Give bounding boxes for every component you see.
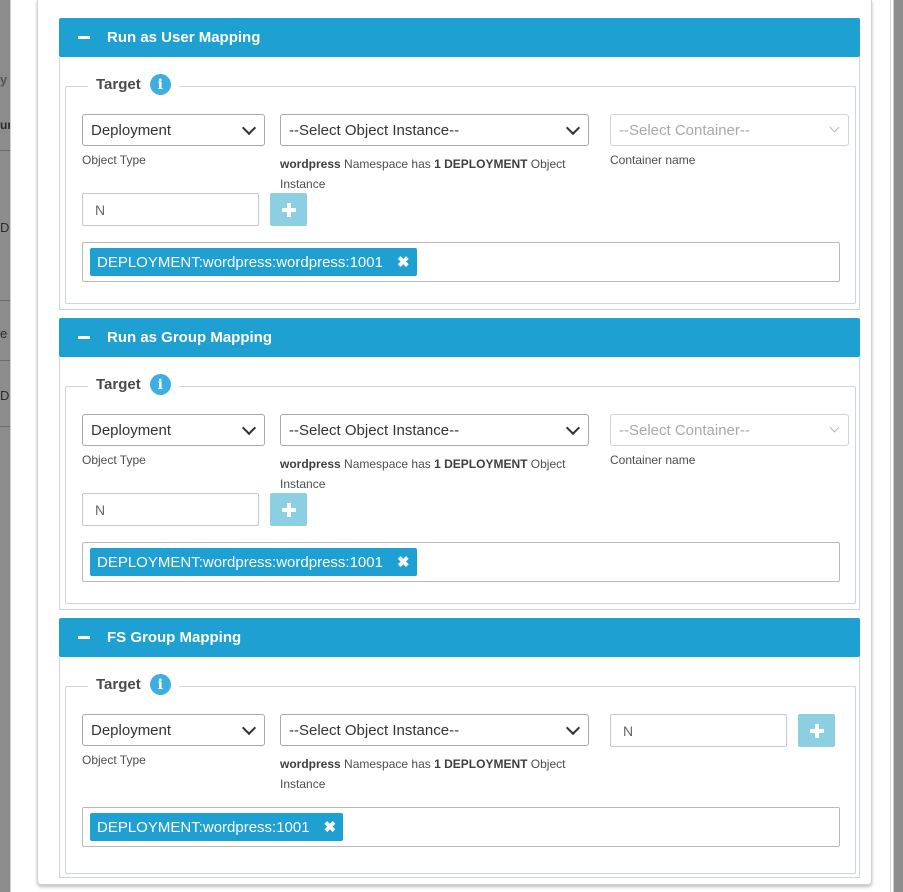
chevron-down-icon xyxy=(829,422,840,433)
add-button[interactable] xyxy=(270,193,307,226)
background-text-fragment: D xyxy=(0,220,10,235)
target-legend: Target i xyxy=(88,674,179,695)
tag-label: DEPLOYMENT:wordpress:1001 xyxy=(97,818,310,836)
minus-icon[interactable] xyxy=(78,36,90,39)
times-icon[interactable]: ✖ xyxy=(397,253,410,271)
selected-tags-box[interactable]: DEPLOYMENT:wordpress:wordpress:1001 ✖ xyxy=(82,542,840,582)
tag-label: DEPLOYMENT:wordpress:wordpress:1001 xyxy=(97,553,383,571)
run-as-group-mapping-header[interactable]: Run as Group Mapping xyxy=(59,318,860,357)
object-type-label: Object Type xyxy=(82,453,146,467)
target-legend: Target i xyxy=(88,74,179,95)
add-button[interactable] xyxy=(798,714,835,747)
chevron-down-icon xyxy=(241,120,257,135)
object-instance-select[interactable]: --Select Object Instance-- xyxy=(280,114,589,146)
object-type-label: Object Type xyxy=(82,753,146,767)
minus-icon[interactable] xyxy=(78,336,90,339)
id-input[interactable]: N xyxy=(82,493,259,526)
object-instance-select[interactable]: --Select Object Instance-- xyxy=(280,714,589,746)
namespace-note: wordpress Namespace has 1 DEPLOYMENT Obj… xyxy=(280,757,566,791)
info-icon[interactable]: i xyxy=(149,74,171,95)
plus-icon xyxy=(281,202,296,217)
object-type-select[interactable]: Deployment xyxy=(82,414,265,446)
container-value: --Select Container-- xyxy=(619,421,750,439)
legend-label: Target xyxy=(96,676,141,693)
fs-group-mapping-panel: Target i Deployment Object Type --Select… xyxy=(59,657,860,878)
modal-scroll-edge xyxy=(890,0,891,892)
chevron-down-icon xyxy=(565,120,581,135)
object-type-value: Deployment xyxy=(91,421,172,439)
target-fieldset: Target i Deployment Object Type --Select… xyxy=(65,374,856,604)
info-icon[interactable]: i xyxy=(149,674,171,695)
section-title: FS Group Mapping xyxy=(107,629,242,646)
object-instance-select[interactable]: --Select Object Instance-- xyxy=(280,414,589,446)
container-value: --Select Container-- xyxy=(619,121,750,139)
background-divider xyxy=(0,360,10,361)
selected-tag: DEPLOYMENT:wordpress:wordpress:1001 ✖ xyxy=(90,248,417,276)
container-name-label: Container name xyxy=(610,153,696,167)
chevron-down-icon xyxy=(241,720,257,735)
target-fieldset: Target i Deployment Object Type --Select… xyxy=(65,674,856,874)
namespace-note: wordpress Namespace has 1 DEPLOYMENT Obj… xyxy=(280,457,566,491)
plus-icon xyxy=(281,502,296,517)
background-text-fragment: y xyxy=(0,72,8,87)
selected-tags-box[interactable]: DEPLOYMENT:wordpress:wordpress:1001 ✖ xyxy=(82,242,840,282)
target-fieldset: Target i Deployment Object Type --Select… xyxy=(65,74,856,304)
chevron-down-icon xyxy=(565,420,581,435)
chevron-down-icon xyxy=(241,420,257,435)
object-type-label: Object Type xyxy=(82,153,146,167)
object-instance-value: --Select Object Instance-- xyxy=(289,121,460,139)
background-text-fragment: D xyxy=(0,388,10,403)
object-instance-value: --Select Object Instance-- xyxy=(289,721,460,739)
background-divider xyxy=(0,300,10,301)
id-input[interactable]: N xyxy=(82,193,259,226)
background-text-fragment: e xyxy=(0,326,8,341)
object-instance-value: --Select Object Instance-- xyxy=(289,421,460,439)
container-select[interactable]: --Select Container-- xyxy=(610,414,849,446)
chevron-down-icon xyxy=(565,720,581,735)
object-type-select[interactable]: Deployment xyxy=(82,114,265,146)
object-type-value: Deployment xyxy=(91,721,172,739)
object-type-select[interactable]: Deployment xyxy=(82,714,265,746)
run-as-user-mapping-panel: Target i Deployment Object Type --Select… xyxy=(59,57,860,310)
namespace-note: wordpress Namespace has 1 DEPLOYMENT Obj… xyxy=(280,157,566,191)
modal-dialog: Run as User Mapping Target i Deployment … xyxy=(10,0,894,892)
minus-icon[interactable] xyxy=(78,636,90,639)
selected-tag: DEPLOYMENT:wordpress:1001 ✖ xyxy=(90,813,344,841)
plus-icon xyxy=(809,723,824,738)
info-icon[interactable]: i xyxy=(149,374,171,395)
background-divider xyxy=(0,426,10,427)
container-select[interactable]: --Select Container-- xyxy=(610,114,849,146)
id-input[interactable]: N xyxy=(610,714,787,747)
fs-group-mapping-header[interactable]: FS Group Mapping xyxy=(59,618,860,657)
legend-label: Target xyxy=(96,76,141,93)
section-title: Run as User Mapping xyxy=(107,29,261,46)
tag-label: DEPLOYMENT:wordpress:wordpress:1001 xyxy=(97,253,383,271)
run-as-user-mapping-header[interactable]: Run as User Mapping xyxy=(59,18,860,57)
times-icon[interactable]: ✖ xyxy=(397,553,410,571)
background-divider xyxy=(0,150,10,151)
container-name-label: Container name xyxy=(610,453,696,467)
selected-tag: DEPLOYMENT:wordpress:wordpress:1001 ✖ xyxy=(90,548,417,576)
times-icon[interactable]: ✖ xyxy=(324,818,337,836)
target-legend: Target i xyxy=(88,374,179,395)
object-type-value: Deployment xyxy=(91,121,172,139)
legend-label: Target xyxy=(96,376,141,393)
chevron-down-icon xyxy=(829,122,840,133)
run-as-group-mapping-panel: Target i Deployment Object Type --Select… xyxy=(59,357,860,610)
selected-tags-box[interactable]: DEPLOYMENT:wordpress:1001 ✖ xyxy=(82,807,840,847)
add-button[interactable] xyxy=(270,493,307,526)
section-title: Run as Group Mapping xyxy=(107,329,272,346)
